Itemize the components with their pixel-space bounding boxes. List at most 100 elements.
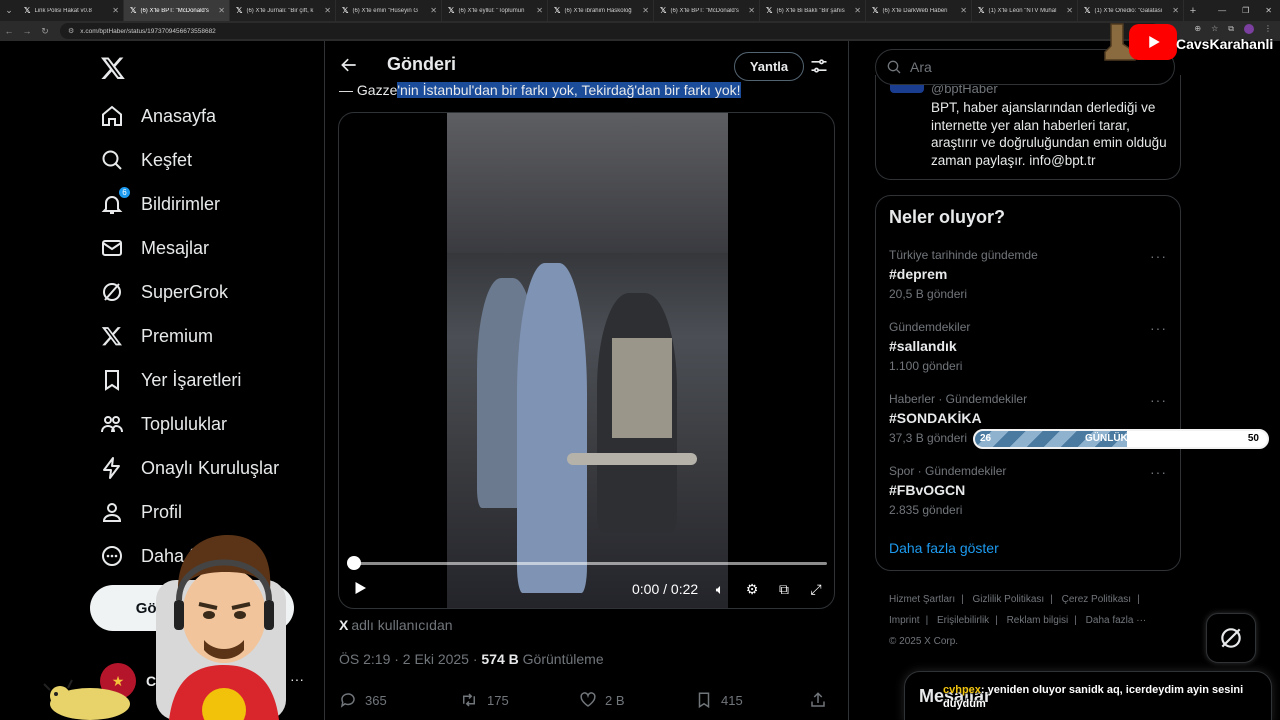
search-icon bbox=[100, 148, 124, 172]
tab-close-icon[interactable]: ✕ bbox=[218, 6, 225, 15]
post-timestamp[interactable]: ÖS 2:19 · 2 Eki 2025 · bbox=[339, 651, 478, 667]
tab-close-icon[interactable]: ✕ bbox=[430, 6, 437, 15]
footer-link[interactable]: Çerez Politikası bbox=[1062, 594, 1131, 605]
trends-panel: Neler oluyor? Türkiye tarihinde gündemde… bbox=[875, 195, 1181, 571]
video-progress-track[interactable] bbox=[351, 562, 827, 565]
browser-tab[interactable]: 𝕏 (6) X'te emin "Hüseyin G ✕ bbox=[336, 0, 442, 21]
tab-close-icon[interactable]: ✕ bbox=[960, 6, 967, 15]
back-arrow-icon[interactable] bbox=[339, 55, 359, 75]
pip-icon[interactable]: ⧉ bbox=[775, 580, 793, 598]
nav-supergrok[interactable]: SuperGrok bbox=[100, 272, 228, 312]
video-player[interactable]: 0:00 / 0:22 🔈︎ ⚙ ⧉ ⤢ bbox=[338, 112, 835, 609]
tab-close-icon[interactable]: ✕ bbox=[536, 6, 543, 15]
tab-favicon-icon: 𝕏 bbox=[1084, 6, 1091, 15]
share-action[interactable] bbox=[809, 691, 835, 709]
video-table bbox=[567, 453, 697, 465]
tab-close-icon[interactable]: ✕ bbox=[1066, 6, 1073, 15]
settings-sliders-icon[interactable] bbox=[809, 56, 829, 76]
footer-link[interactable]: Erişilebilirlik bbox=[937, 615, 989, 626]
tab-close-icon[interactable]: ✕ bbox=[324, 6, 331, 15]
volume-icon[interactable]: 🔈︎ bbox=[711, 580, 729, 598]
tab-close-icon[interactable]: ✕ bbox=[642, 6, 649, 15]
browser-tab[interactable]: 𝕏 (6) X'te BPT: "McDonald's ✕ bbox=[124, 0, 230, 21]
grok-button[interactable] bbox=[1206, 613, 1256, 663]
forward-nav-icon[interactable]: → bbox=[18, 26, 36, 36]
play-icon[interactable] bbox=[351, 579, 369, 597]
browser-address-bar: ← → ↻ ⚙ x.com/bptHaber/status/1973709456… bbox=[0, 21, 1280, 41]
reply-button[interactable]: Yantla bbox=[734, 52, 804, 81]
grok-icon bbox=[1221, 628, 1241, 648]
x-logo-icon[interactable] bbox=[100, 54, 126, 82]
restore-icon[interactable]: ❐ bbox=[1242, 6, 1249, 15]
close-window-icon[interactable]: ✕ bbox=[1265, 6, 1272, 15]
nav-messages[interactable]: Mesajlar bbox=[100, 228, 209, 268]
trend-item[interactable]: Türkiye tarihinde gündemde #deprem 20,5 … bbox=[889, 248, 1174, 308]
footer-link[interactable]: Daha fazla ··· bbox=[1086, 615, 1147, 626]
nav-communities[interactable]: Topluluklar bbox=[100, 404, 227, 444]
browser-tab[interactable]: 𝕏 (6) X'te ibrahim Haskoloğ ✕ bbox=[548, 0, 654, 21]
nav-notifications[interactable]: 6 Bildirimler bbox=[100, 184, 220, 224]
tab-close-icon[interactable]: ✕ bbox=[112, 6, 119, 15]
nav-bookmarks[interactable]: Yer İşaretleri bbox=[100, 360, 241, 400]
new-tab-button[interactable]: + bbox=[1184, 5, 1202, 17]
nav-label: SuperGrok bbox=[141, 281, 229, 302]
tab-title: (6) X'te DarkWeb Haberi bbox=[882, 7, 948, 14]
video-frame[interactable] bbox=[447, 113, 728, 608]
footer-links: Hizmet Şartları | Gizlilik Politikası | Çe… bbox=[889, 594, 1147, 647]
footer-link[interactable]: Hizmet Şartları bbox=[889, 594, 955, 605]
browser-tab[interactable]: 𝕏 (1) X'te Onedio: "Galatası ✕ bbox=[1078, 0, 1184, 21]
tab-title: (1) X'te Léon "NTV Muhal bbox=[988, 7, 1057, 14]
browser-tab[interactable]: 𝕏 (6) X'te eyllül: "Toplumun ✕ bbox=[442, 0, 548, 21]
back-nav-icon[interactable]: ← bbox=[0, 26, 18, 36]
tab-close-icon[interactable]: ✕ bbox=[854, 6, 861, 15]
browser-tab[interactable]: 𝕏 (6) X'te Bi Baklı "Bir şahıs ✕ bbox=[760, 0, 866, 21]
video-progress-handle[interactable] bbox=[347, 556, 361, 570]
tab-close-icon[interactable]: ✕ bbox=[1172, 6, 1179, 15]
tab-title: (6) X'te Jurnali: "Bir çift, k bbox=[246, 7, 314, 14]
nav-home[interactable]: Anasayfa bbox=[100, 96, 216, 136]
trend-more-icon[interactable]: ··· bbox=[1150, 248, 1167, 264]
footer-link[interactable]: Imprint bbox=[889, 615, 920, 626]
search-input[interactable] bbox=[910, 59, 1130, 75]
url-field[interactable]: ⚙ x.com/bptHaber/status/1973709456673558… bbox=[60, 23, 1160, 39]
reply-action[interactable]: 365 bbox=[339, 691, 387, 709]
tab-title: (6) X'te Bi Baklı "Bir şahıs bbox=[776, 7, 845, 14]
tab-favicon-icon: 𝕏 bbox=[872, 6, 879, 15]
nav-premium[interactable]: Premium bbox=[100, 316, 213, 356]
footer-link[interactable]: Gizlilik Politikası bbox=[973, 594, 1045, 605]
repost-action[interactable]: 175 bbox=[459, 691, 509, 709]
nav-label: Yer İşaretleri bbox=[141, 369, 242, 390]
browser-tab[interactable]: 𝕏 Link Polisi Hakat v0.8 ✕ bbox=[18, 0, 124, 21]
source-x[interactable]: X bbox=[339, 617, 348, 633]
fullscreen-icon[interactable]: ⤢ bbox=[807, 580, 825, 598]
trend-item[interactable]: Spor · Gündemdekiler #FBvOGCN 2.835 gönd… bbox=[889, 464, 1174, 524]
post-text-highlight: 'nin İstanbul'dan bir farkı yok, Tekirda… bbox=[397, 82, 741, 98]
bookmark-action[interactable]: 415 bbox=[695, 691, 743, 709]
communities-icon bbox=[100, 412, 124, 436]
tab-title: (6) X'te BPT: "McDonald's bbox=[670, 7, 739, 14]
nav-verified-orgs[interactable]: Onaylı Kuruluşlar bbox=[100, 448, 279, 488]
nav-explore[interactable]: Keşfet bbox=[100, 140, 192, 180]
browser-tab[interactable]: 𝕏 (6) X'te BPT: "McDonald's ✕ bbox=[654, 0, 760, 21]
minimize-icon[interactable]: — bbox=[1218, 6, 1226, 15]
trend-more-icon[interactable]: ··· bbox=[1150, 392, 1167, 408]
bookmark-icon bbox=[100, 368, 124, 392]
site-info-icon[interactable]: ⚙ bbox=[68, 27, 74, 35]
trend-more-icon[interactable]: ··· bbox=[1150, 464, 1167, 480]
like-action[interactable]: 2 B bbox=[579, 691, 625, 709]
tab-close-icon[interactable]: ✕ bbox=[748, 6, 755, 15]
video-time: 0:00 / 0:22 bbox=[632, 581, 699, 597]
reload-icon[interactable]: ↻ bbox=[36, 26, 54, 37]
video-newspaper bbox=[612, 338, 672, 438]
show-more-link[interactable]: Daha fazla göster bbox=[889, 540, 999, 556]
tab-search-icon[interactable]: ⌄ bbox=[0, 0, 18, 21]
browser-tab[interactable]: 𝕏 (6) X'te DarkWeb Haberi ✕ bbox=[866, 0, 972, 21]
video-settings-icon[interactable]: ⚙ bbox=[743, 580, 761, 598]
chat-text: : yeniden oluyor sanidk aq, icerdeydim a… bbox=[943, 684, 1244, 710]
footer-link[interactable]: Reklam bilgisi bbox=[1007, 615, 1069, 626]
browser-tab[interactable]: 𝕏 (1) X'te Léon "NTV Muhal ✕ bbox=[972, 0, 1078, 21]
trend-item[interactable]: Gündemdekiler #sallandık 1.100 gönderi ·… bbox=[889, 320, 1174, 380]
browser-tab[interactable]: 𝕏 (6) X'te Jurnali: "Bir çift, k ✕ bbox=[230, 0, 336, 21]
notification-badge: 6 bbox=[118, 186, 131, 199]
trend-more-icon[interactable]: ··· bbox=[1150, 320, 1167, 336]
